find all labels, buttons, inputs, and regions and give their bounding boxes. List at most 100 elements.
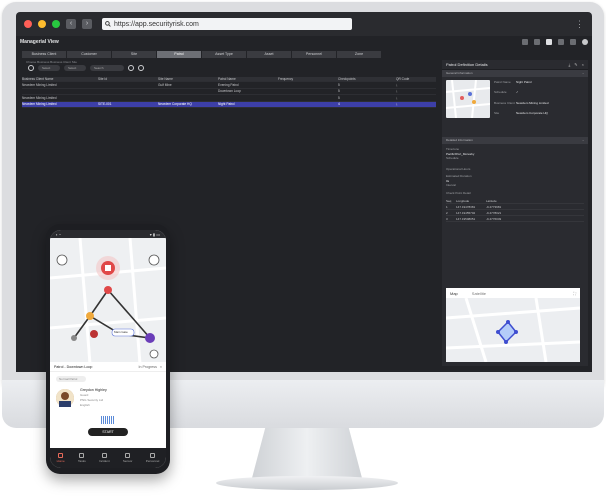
dashboard-icon[interactable]: [546, 39, 552, 45]
download-icon[interactable]: ⤓: [396, 83, 426, 87]
column-header[interactable]: Checkpoints: [338, 77, 396, 81]
address-bar[interactable]: https://app.securityrisk.com: [102, 18, 352, 30]
detailed-info-header[interactable]: Detailed Information –: [442, 137, 588, 144]
tab-site[interactable]: Site: [112, 51, 157, 58]
browser-menu-icon[interactable]: ⋮: [575, 19, 584, 30]
business-client-value: Newclem Mining Limited: [516, 100, 549, 105]
tab-zone[interactable]: Zone: [337, 51, 382, 58]
tab-patrol[interactable]: Patrol: [157, 51, 202, 58]
close-icon[interactable]: ×: [582, 62, 584, 67]
general-fields: Patrol Name Night Patrol Schedule ✓ Busine…: [494, 80, 549, 118]
download-icon[interactable]: ⤓: [396, 102, 426, 106]
cell-client: Newclem Mining Limited: [22, 95, 57, 100]
bell-icon[interactable]: [534, 39, 540, 45]
clear-filter-icon[interactable]: [28, 65, 34, 71]
download-icon[interactable]: ⤓: [396, 89, 426, 93]
refresh-icon[interactable]: [138, 65, 144, 71]
close-window-button[interactable]: [24, 20, 32, 28]
field-label: Estimated Duration: [446, 174, 472, 178]
site-select[interactable]: Select: [64, 65, 86, 71]
cell-checkpoints: 5: [338, 89, 340, 94]
search-input[interactable]: Search: [90, 65, 124, 71]
report-icon[interactable]: [558, 39, 564, 45]
settings-icon[interactable]: [570, 39, 576, 45]
patrol-card: Patrol - Downtown Loop In Progress × Nor…: [50, 362, 166, 448]
cell-latitude: -9.4773981: [486, 204, 502, 209]
column-header[interactable]: Business Client Name: [22, 77, 98, 81]
tab-customer[interactable]: Customer: [67, 51, 112, 58]
column-header: Longitude: [456, 198, 470, 203]
maximize-window-button[interactable]: [52, 20, 60, 28]
mobile-map[interactable]: Main Gate: [50, 237, 166, 365]
cell-site-name: Newclem Corporate HQ: [158, 102, 192, 107]
nav-label: Home: [56, 459, 65, 463]
minimize-window-button[interactable]: [38, 20, 46, 28]
breadcrumb: Choose Business Business Client Site: [26, 60, 77, 64]
column-header[interactable]: Site Name: [158, 77, 218, 81]
cell-longitude: 147.19478381: [456, 204, 476, 209]
nav-home[interactable]: Home: [57, 453, 65, 463]
fullscreen-icon[interactable]: ⛶: [573, 291, 576, 296]
detailed-info: Timezone Pacific/Port_Moresby Schedule O…: [442, 144, 588, 198]
start-button[interactable]: START: [88, 428, 128, 436]
column-header[interactable]: QR Code: [396, 77, 426, 81]
back-icon[interactable]: ‹: [66, 19, 76, 29]
column-header[interactable]: Site Id: [98, 77, 158, 81]
cell-latitude: -9.4778021: [486, 210, 502, 215]
column-header[interactable]: Frequency: [278, 77, 338, 81]
download-icon[interactable]: ⤓: [396, 96, 426, 100]
download-icon[interactable]: ⤓: [569, 62, 571, 67]
patrol-route-graphic: [50, 237, 166, 365]
tab-asset-type[interactable]: Asset Type: [202, 51, 247, 58]
general-info: Patrol Name Night Patrol Schedule ✓ Busine…: [442, 77, 588, 121]
column-header: Latitude: [486, 198, 497, 203]
nav-label: Personnel: [145, 459, 160, 463]
map-type-tabs: Map Satellite ⛶: [446, 288, 580, 298]
collapse-icon[interactable]: –: [582, 70, 584, 77]
avatar: [56, 389, 74, 407]
nav-personnel[interactable]: Personnel: [145, 453, 160, 463]
cell-seq: 3: [446, 216, 448, 221]
general-info-header[interactable]: General Information –: [442, 70, 588, 77]
tab-asset[interactable]: Asset: [247, 51, 292, 58]
field-label: Patrol Name: [494, 80, 511, 84]
checkpoint-table: Seq Longitude Latitude 1 147.19478381 -9…: [446, 198, 584, 222]
personnel-icon: [150, 453, 156, 458]
tab-business-client[interactable]: Business Client: [22, 51, 67, 58]
guard-avatar-graphic: [56, 389, 74, 407]
close-icon[interactable]: ×: [160, 365, 162, 369]
schedule-status-icon: ✓: [516, 90, 519, 95]
app-header: Managerial View: [16, 36, 592, 48]
table-row-selected[interactable]: Newclem Mining Limited SITE-001 Newclem …: [22, 101, 436, 108]
collapse-icon[interactable]: –: [582, 137, 584, 144]
mobile-device: ▪ ◔ ▾ ▮ ▭ Main Gate Patrol - Downtown Lo…: [46, 224, 170, 474]
cell-client: Newclem Mining Limited: [22, 82, 57, 87]
tasks-icon: [79, 453, 85, 458]
patrol-type-tag: Normal Patrol: [56, 376, 86, 382]
column-header[interactable]: Patrol Name: [218, 77, 278, 81]
guard-info: Greydon Highley Guard PNG Security Ltd E…: [80, 388, 107, 408]
route-map[interactable]: Map Satellite ⛶: [445, 288, 581, 363]
qr-scan-icon[interactable]: [101, 416, 115, 424]
map-thumbnail-graphic: [445, 79, 491, 119]
table-row[interactable]: 3 147.19508051 -9.4776049: [446, 216, 584, 222]
grid-icon[interactable]: [522, 39, 528, 45]
nav-incident[interactable]: Incident: [99, 453, 110, 463]
edit-icon[interactable]: ✎: [574, 62, 577, 67]
nav-sensor[interactable]: Sensor: [123, 453, 132, 463]
patrol-card-header: Patrol - Downtown Loop In Progress ×: [50, 362, 166, 372]
add-icon[interactable]: [128, 65, 134, 71]
cell-longitude: 147.19455702: [456, 210, 476, 215]
business-select[interactable]: Select: [38, 65, 60, 71]
field-label: Check Point Detail: [446, 190, 471, 195]
forward-icon[interactable]: ›: [82, 19, 92, 29]
map-pin-label: Main Gate: [114, 330, 128, 334]
browser-toolbar: ‹ › https://app.securityrisk.com ⋮: [16, 12, 592, 36]
tab-map[interactable]: Map: [450, 291, 458, 296]
avatar[interactable]: [582, 39, 588, 45]
route-map-graphic: [445, 297, 581, 363]
nav-tasks[interactable]: Tasks: [78, 453, 86, 463]
section-title: General Information: [446, 71, 473, 75]
tab-personnel[interactable]: Personnel: [292, 51, 337, 58]
tab-satellite[interactable]: Satellite: [472, 291, 486, 296]
